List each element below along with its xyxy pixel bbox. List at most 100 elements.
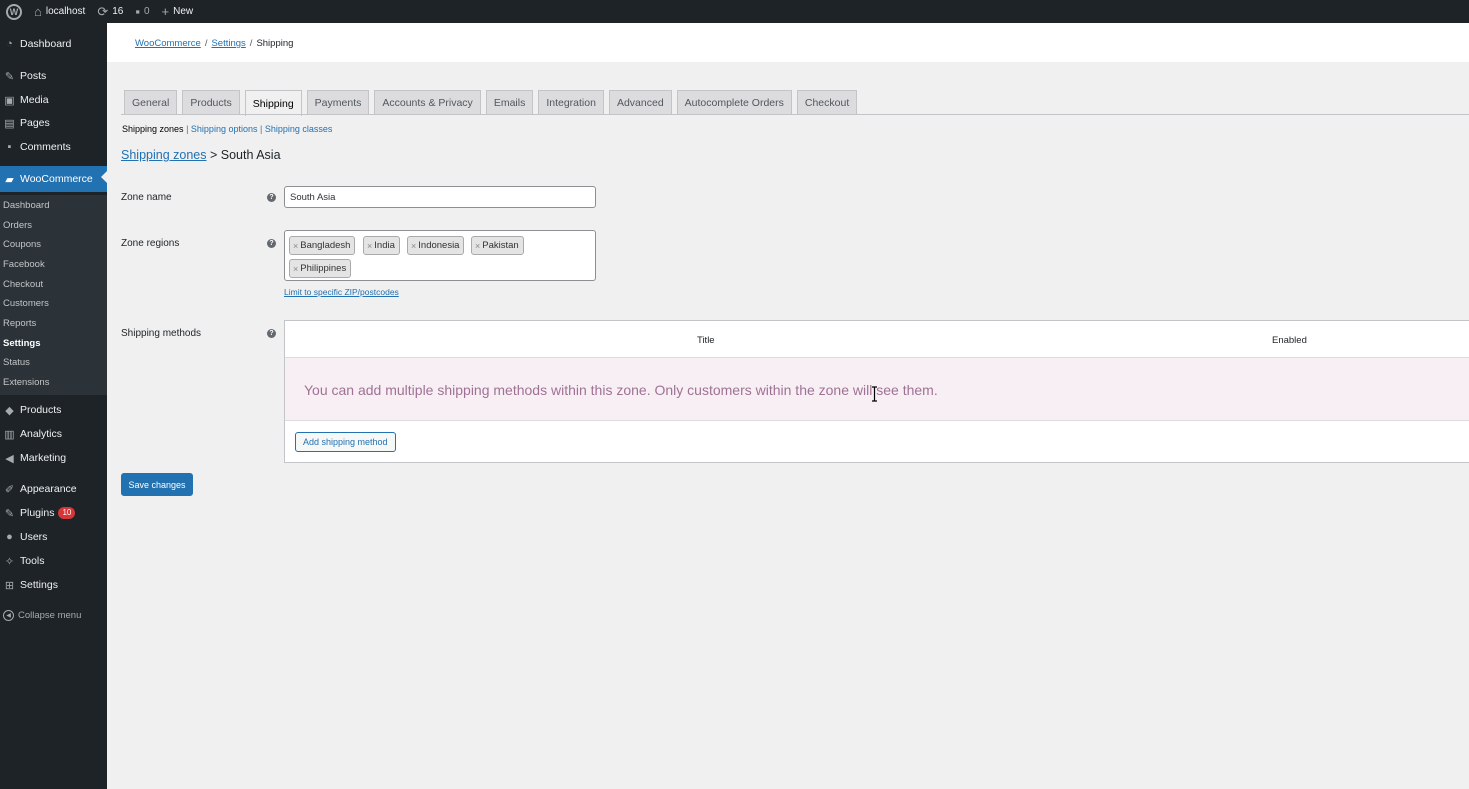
table-header: Title Enabled (285, 321, 1469, 358)
tab-checkout[interactable]: Checkout (796, 90, 858, 115)
submenu-item-reports[interactable]: Reports (3, 318, 36, 329)
sidebar-item-label: WooCommerce (20, 173, 93, 185)
plug-icon: ✎ (4, 507, 15, 520)
tab-shipping[interactable]: Shipping (244, 90, 302, 116)
site-name-label: localhost (45, 6, 86, 17)
sidebar-item-marketing[interactable]: ◀ Marketing (0, 447, 107, 469)
submenu-item-status[interactable]: Status (3, 357, 30, 368)
region-chip-bangladesh: × Bangladesh (289, 236, 356, 255)
woocommerce-submenu: Dashboard Orders Coupons Facebook Checko… (0, 195, 107, 395)
tab-advanced[interactable]: Advanced (608, 90, 672, 115)
shipping-subsections: Shipping zones | Shipping options | Ship… (122, 124, 332, 134)
sidebar-item-users[interactable]: ● Users (0, 526, 107, 548)
sidebar-item-label: Products (20, 404, 62, 416)
new-content-menu[interactable]: + New (156, 0, 200, 23)
woo-icon: ▰ (5, 173, 14, 186)
subsection-separator: | (186, 124, 189, 134)
submenu-item-facebook[interactable]: Facebook (3, 259, 45, 270)
bar-chart-icon: ▥ (4, 428, 15, 441)
site-name-menu[interactable]: ⌂ localhost (28, 0, 91, 23)
add-shipping-method-button[interactable]: Add shipping method (295, 432, 396, 452)
breadcrumb-settings-link[interactable]: Settings (211, 38, 245, 49)
limit-postcodes-link[interactable]: Limit to specific ZIP/postcodes (284, 287, 399, 297)
new-content-label: New (173, 6, 194, 17)
page-icon: ▤ (4, 117, 15, 130)
submenu-item-coupons[interactable]: Coupons (3, 239, 41, 250)
plus-icon: + (161, 4, 170, 19)
save-changes-button[interactable]: Save changes (121, 473, 193, 496)
subsection-shipping-options[interactable]: Shipping options (191, 124, 258, 134)
sidebar-item-products[interactable]: ◆ Products (0, 399, 107, 421)
admin-bar: W ⌂ localhost ⟳ 16 ▪ 0 + New (0, 0, 1469, 23)
collapse-menu-label: Collapse menu (18, 609, 82, 621)
zone-name-label: Zone name (121, 192, 172, 203)
sidebar-item-woocommerce[interactable]: ▰ WooCommerce (0, 166, 107, 192)
tab-payments[interactable]: Payments (306, 90, 370, 115)
sidebar-item-appearance[interactable]: ✐ Appearance (0, 478, 107, 500)
comments-menu[interactable]: ▪ 0 (129, 0, 155, 23)
sidebar-item-pages[interactable]: ▤ Pages (0, 112, 107, 134)
shipping-methods-label: Shipping methods (121, 328, 202, 339)
column-header-title: Title (697, 335, 715, 346)
column-header-enabled: Enabled (1272, 335, 1307, 346)
remove-region-icon[interactable]: × (411, 241, 416, 251)
zone-regions-select[interactable]: × Bangladesh × India × Indonesia × Pakis… (284, 230, 596, 281)
breadcrumb-separator: / (204, 38, 208, 49)
submenu-item-extensions[interactable]: Extensions (3, 377, 49, 388)
shipping-zones-link[interactable]: Shipping zones (121, 148, 206, 162)
updates-count: 16 (112, 6, 124, 17)
submenu-item-settings[interactable]: Settings (3, 338, 40, 349)
remove-region-icon[interactable]: × (475, 241, 480, 251)
sidebar-item-settings[interactable]: ⊞ Settings (0, 574, 107, 596)
zone-name-input[interactable] (284, 186, 596, 208)
region-chip-label: India (374, 240, 395, 251)
zone-regions-help-icon[interactable]: ? (267, 239, 276, 248)
sidebar-item-posts[interactable]: ✎ Posts (0, 65, 107, 87)
wordpress-logo-icon: W (6, 3, 22, 20)
tab-products[interactable]: Products (182, 90, 240, 115)
tab-integration[interactable]: Integration (538, 90, 604, 115)
shipping-methods-help-icon[interactable]: ? (267, 329, 276, 338)
subsection-shipping-zones[interactable]: Shipping zones (122, 124, 184, 134)
breadcrumb-woocommerce-link[interactable]: WooCommerce (135, 38, 201, 49)
wordpress-logo-menu[interactable]: W (0, 0, 28, 23)
submenu-item-customers[interactable]: Customers (3, 298, 49, 309)
tab-emails[interactable]: Emails (485, 90, 534, 115)
text-cursor-icon (872, 386, 877, 402)
sidebar-item-label: Pages (20, 117, 50, 129)
subsection-separator: | (260, 124, 263, 134)
subsection-shipping-classes[interactable]: Shipping classes (265, 124, 333, 134)
tab-general[interactable]: General (124, 90, 178, 115)
sidebar-item-label: Marketing (20, 452, 67, 464)
sidebar-item-label: Settings (20, 579, 58, 591)
wrench-icon: ✧ (4, 555, 15, 568)
user-icon: ● (6, 531, 13, 543)
collapse-icon: ◀ (3, 609, 14, 621)
sidebar-item-plugins[interactable]: ✎ Plugins 10 (0, 502, 107, 524)
region-chip-indonesia: × Indonesia (407, 236, 465, 255)
woocommerce-header: WooCommerce / Settings / Shipping (107, 23, 1469, 62)
remove-region-icon[interactable]: × (293, 241, 298, 251)
zone-regions-label: Zone regions (121, 238, 180, 249)
zone-name-help-icon[interactable]: ? (267, 193, 276, 202)
updates-menu[interactable]: ⟳ 16 (91, 0, 129, 23)
sidebar-item-dashboard[interactable]: ◔ Dashboard (0, 33, 107, 55)
comment-icon: ▪ (7, 141, 12, 153)
submenu-item-checkout[interactable]: Checkout (3, 279, 43, 290)
breadcrumb-separator: / (249, 38, 253, 49)
sidebar-item-comments[interactable]: ▪ Comments (0, 136, 107, 158)
collapse-menu-button[interactable]: ◀ Collapse menu (0, 604, 107, 626)
submenu-item-orders[interactable]: Orders (3, 220, 32, 231)
sidebar-item-tools[interactable]: ✧ Tools (0, 550, 107, 572)
remove-region-icon[interactable]: × (367, 241, 372, 251)
remove-region-icon[interactable]: × (293, 264, 298, 274)
sidebar-item-media[interactable]: ▣ Media (0, 89, 107, 111)
tab-accounts-privacy[interactable]: Accounts & Privacy (374, 90, 481, 115)
tab-autocomplete-orders[interactable]: Autocomplete Orders (676, 90, 792, 115)
submenu-item-dashboard[interactable]: Dashboard (3, 200, 49, 211)
heading-separator: > (209, 148, 218, 162)
media-icon: ▣ (4, 94, 15, 107)
comments-count: 0 (143, 6, 150, 17)
comment-icon: ▪ (135, 4, 140, 19)
sidebar-item-analytics[interactable]: ▥ Analytics (0, 423, 107, 445)
